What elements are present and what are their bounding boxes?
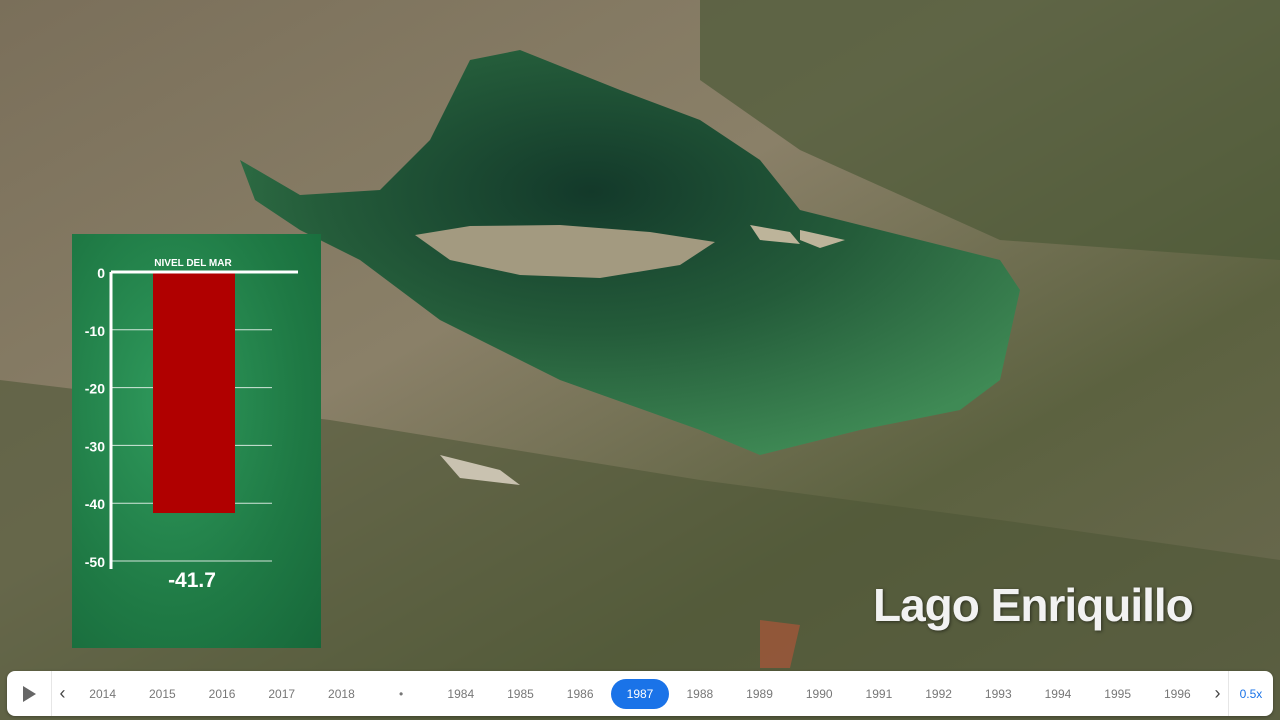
- next-button[interactable]: ›: [1207, 683, 1228, 704]
- year-1987[interactable]: 1987: [611, 678, 669, 709]
- year-1993[interactable]: 1993: [968, 687, 1028, 701]
- place-label: Lago Enriquillo: [873, 579, 1194, 631]
- chevron-right-icon: ›: [1214, 683, 1221, 703]
- value-label: -41.7: [168, 569, 216, 592]
- year-1984[interactable]: 1984: [431, 687, 491, 701]
- y-tick-label: -30: [85, 438, 105, 454]
- year-1988[interactable]: 1988: [670, 687, 730, 701]
- playback-speed-button[interactable]: 0.5x: [1227, 671, 1273, 716]
- year-list: 2014 2015 2016 2017 2018 • 1984 1985 1986 1987 198…: [73, 678, 1208, 709]
- y-tick-label: 0: [97, 265, 105, 281]
- year-2018[interactable]: 2018: [312, 687, 372, 701]
- year-1991[interactable]: 1991: [849, 687, 909, 701]
- sea-level-chart: 0 -10 -20 -30 -40 -50 NIVEL DEL MAR -41.7: [85, 258, 298, 592]
- year-2017[interactable]: 2017: [252, 687, 312, 701]
- year-1986[interactable]: 1986: [550, 687, 610, 701]
- sea-level-chart-panel: 0 -10 -20 -30 -40 -50 NIVEL DEL MAR -41.7: [72, 234, 321, 648]
- year-1996[interactable]: 1996: [1148, 687, 1208, 701]
- y-tick-label: -40: [85, 496, 105, 512]
- chevron-left-icon: ‹: [59, 683, 66, 703]
- year-1989[interactable]: 1989: [730, 687, 790, 701]
- year-gap-separator: •: [398, 686, 404, 701]
- year-1995[interactable]: 1995: [1088, 687, 1148, 701]
- chart-title: NIVEL DEL MAR: [154, 258, 232, 269]
- year-1985[interactable]: 1985: [491, 687, 551, 701]
- year-1992[interactable]: 1992: [909, 687, 969, 701]
- play-button[interactable]: [7, 671, 53, 716]
- y-tick-label: -50: [85, 554, 105, 570]
- year-2015[interactable]: 2015: [133, 687, 193, 701]
- y-tick-label: -10: [85, 323, 105, 339]
- play-icon: [23, 685, 37, 702]
- year-1990[interactable]: 1990: [789, 687, 849, 701]
- previous-button[interactable]: ‹: [52, 683, 73, 704]
- bar-1987: [153, 272, 235, 514]
- year-2014[interactable]: 2014: [73, 687, 133, 701]
- y-tick-label: -20: [85, 381, 105, 397]
- year-1994[interactable]: 1994: [1028, 687, 1088, 701]
- year-2016[interactable]: 2016: [192, 687, 252, 701]
- timeline-bar: ‹ 2014 2015 2016 2017 2018 • 1984 1985 1986 1987 1…: [7, 671, 1273, 716]
